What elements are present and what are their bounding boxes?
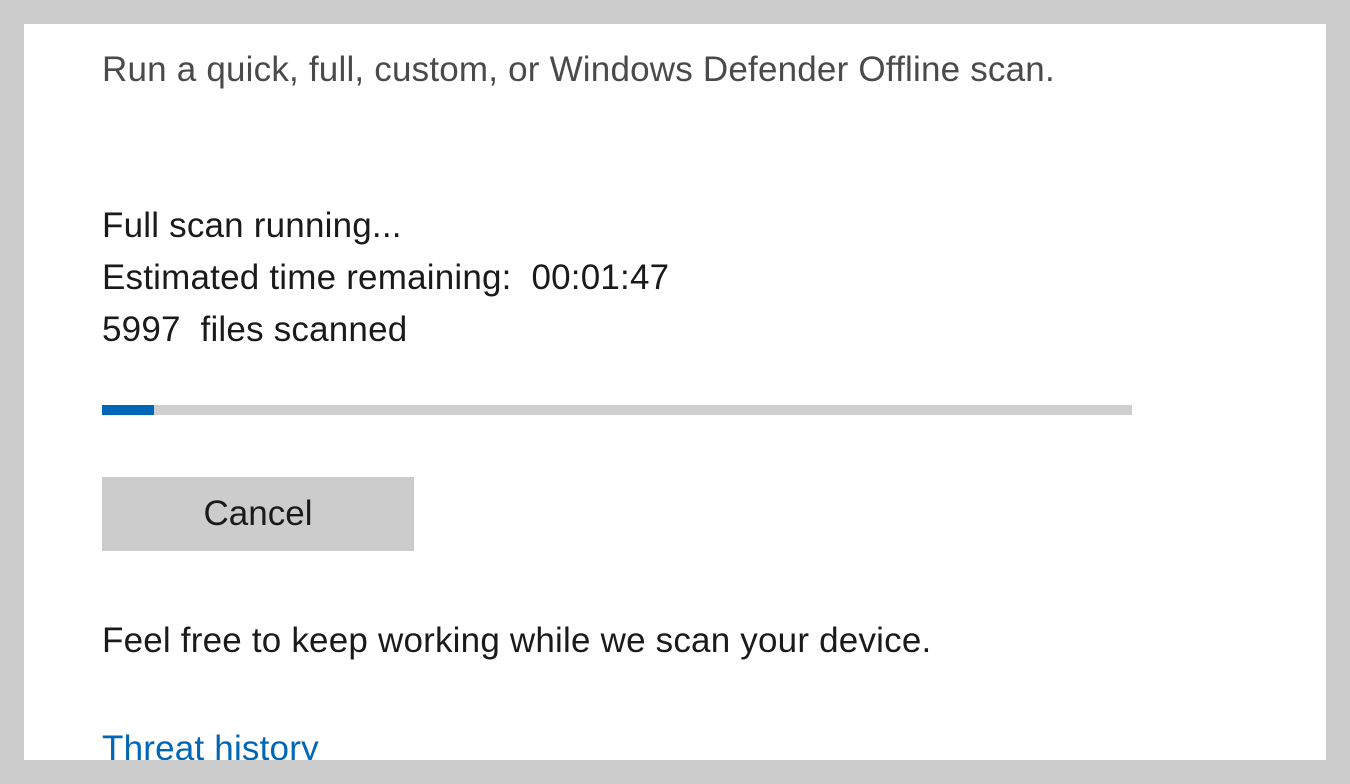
scan-files-line: 5997 files scanned [102, 304, 1248, 356]
eta-label: Estimated time remaining: [102, 258, 512, 297]
panel-subtitle: Run a quick, full, custom, or Windows De… [102, 50, 1248, 90]
scan-status-block: Full scan running... Estimated time rema… [102, 200, 1248, 355]
files-label: files scanned [201, 310, 408, 349]
scan-eta-line: Estimated time remaining: 00:01:47 [102, 252, 1248, 304]
threat-history-link[interactable]: Threat history [102, 729, 1248, 760]
scan-info-text: Feel free to keep working while we scan … [102, 621, 1248, 661]
cancel-button[interactable]: Cancel [102, 477, 414, 551]
files-count: 5997 [102, 310, 181, 349]
eta-value: 00:01:47 [531, 258, 669, 297]
scan-progress-bar [102, 405, 1132, 415]
scan-status-line: Full scan running... [102, 200, 1248, 252]
scan-progress-fill [102, 405, 154, 415]
scan-panel: Run a quick, full, custom, or Windows De… [24, 24, 1326, 760]
